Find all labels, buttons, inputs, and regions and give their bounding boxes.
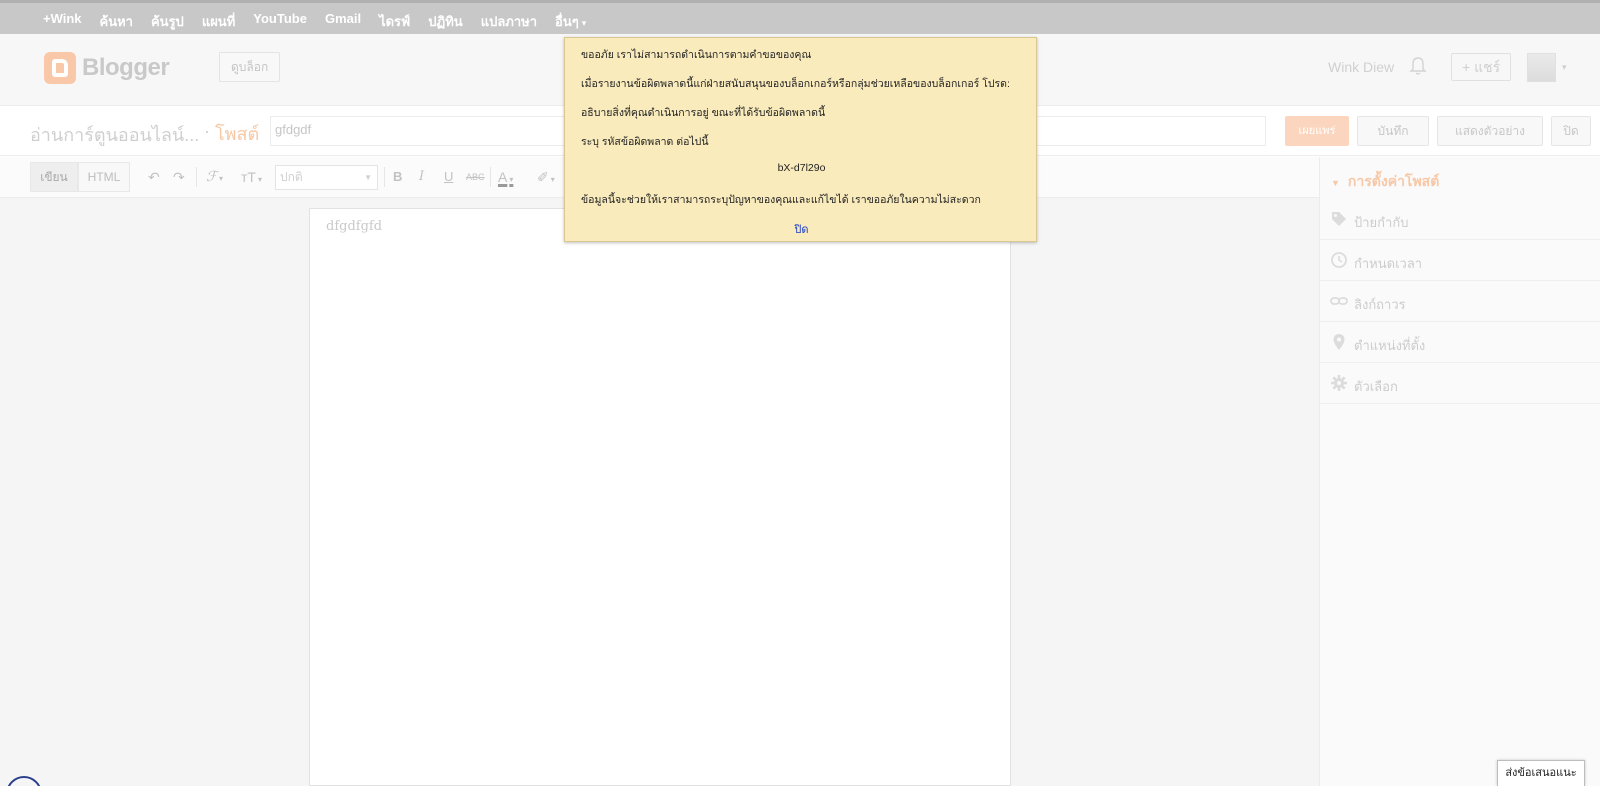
gbar-more-label: อื่นๆ: [555, 14, 579, 29]
save-button[interactable]: บันทึก: [1357, 116, 1429, 146]
post-settings-heading[interactable]: ▼ การตั้งค่าโพสต์: [1331, 171, 1439, 193]
sidebar-item-label: กำหนดเวลา: [1354, 256, 1423, 271]
error-message-apology: ข้อมูลนี้จะช่วยให้เราสามารถระบุปัญหาของค…: [581, 194, 981, 206]
redo-icon[interactable]: ↷: [173, 168, 185, 186]
toolbar-divider: [384, 167, 385, 187]
avatar[interactable]: [1527, 53, 1556, 82]
preview-button[interactable]: แสดงตัวอย่าง: [1437, 116, 1543, 146]
error-message-title: ขออภัย เราไม่สามารถดำเนินการตามคำขอของคุ…: [581, 49, 812, 61]
close-editor-button[interactable]: ปิด: [1551, 116, 1591, 146]
link-icon: [1330, 297, 1348, 305]
clock-icon: [1331, 252, 1347, 268]
format-select[interactable]: ปกติ ▼: [275, 165, 378, 190]
sidebar-item-schedule[interactable]: กำหนดเวลา: [1320, 240, 1600, 281]
underline-icon[interactable]: U: [444, 168, 453, 186]
italic-icon[interactable]: I: [419, 168, 424, 186]
font-family-icon[interactable]: ℱ ▾: [206, 168, 223, 188]
error-message-describe: อธิบายสิ่งที่คุณดำเนินการอยู่ ขณะที่ได้ร…: [581, 107, 826, 119]
tag-icon: [1332, 212, 1346, 226]
account-username[interactable]: Wink Diew: [1328, 59, 1394, 75]
send-feedback-button[interactable]: ส่งข้อเสนอแนะ: [1497, 760, 1585, 786]
gbar-link-translate[interactable]: แปลภาษา: [472, 11, 546, 32]
sidebar-item-options[interactable]: ตัวเลือก: [1320, 363, 1600, 404]
gbar-link-drive[interactable]: ไดรฟ์: [370, 11, 419, 32]
chevron-down-icon: ▼: [364, 173, 372, 182]
share-button[interactable]: + แชร์: [1451, 53, 1512, 81]
sidebar-item-label: ตำแหน่งที่ตั้ง: [1354, 338, 1426, 353]
view-blog-button[interactable]: ดูบล็อก: [219, 52, 281, 82]
error-code: bX-d7l29o: [777, 162, 826, 174]
blogger-logo-text[interactable]: Blogger: [82, 54, 170, 82]
gbar-link-youtube[interactable]: YouTube: [244, 11, 316, 32]
html-mode-tab[interactable]: HTML: [78, 162, 130, 192]
strikethrough-icon[interactable]: ABC: [466, 168, 485, 186]
chevron-down-icon[interactable]: ▾: [1562, 62, 1567, 73]
post-settings-sidebar: ▼ การตั้งค่าโพสต์ ป้ายกำกับ กำหนดเวลา ลิง…: [1319, 157, 1600, 786]
blogger-logo-icon[interactable]: [44, 52, 76, 84]
error-dialog: ขออภัย เราไม่สามารถดำเนินการตามคำขอของคุ…: [564, 37, 1037, 242]
sidebar-item-labels[interactable]: ป้ายกำกับ: [1320, 199, 1600, 240]
blog-name: อ่านการ์ตูนออนไลน์...: [30, 125, 200, 145]
triangle-down-icon: ▼: [1331, 178, 1340, 188]
gbar-link-images[interactable]: ค้นรูป: [142, 11, 193, 32]
gbar-link-search[interactable]: ค้นหา: [91, 11, 142, 32]
sidebar-item-location[interactable]: ตำแหน่งที่ตั้ง: [1320, 322, 1600, 363]
post-body-editor[interactable]: dfgdfgfd: [309, 208, 1011, 786]
location-pin-icon: [1333, 334, 1345, 350]
sidebar-item-label: ลิงก์ถาวร: [1354, 297, 1406, 312]
font-size-icon[interactable]: тT ▾: [241, 168, 262, 189]
blogger-post-editor: +Wink ค้นหา ค้นรูป แผนที่ YouTube Gmail …: [0, 0, 1600, 786]
error-message-code-prompt: ระบุ รหัสข้อผิดพลาด ต่อไปนี้: [581, 136, 709, 148]
bold-icon[interactable]: B: [393, 168, 402, 186]
caret-down-icon: ▾: [581, 18, 587, 28]
google-bar: +Wink ค้นหา ค้นรูป แผนที่ YouTube Gmail …: [0, 0, 1600, 34]
undo-icon[interactable]: ↶: [148, 168, 160, 186]
toolbar-divider: [490, 167, 491, 187]
dialog-close-link[interactable]: ปิด: [565, 220, 1038, 238]
text-color-icon[interactable]: A ▾: [498, 168, 513, 189]
highlight-icon[interactable]: ✐ ▾: [537, 168, 555, 189]
gbar-link-gmail[interactable]: Gmail: [316, 11, 370, 32]
notification-bell-icon[interactable]: [1409, 56, 1427, 76]
post-label: โพสต์: [215, 124, 260, 144]
sidebar-item-label: ตัวเลือก: [1354, 379, 1398, 394]
post-settings-label: การตั้งค่าโพสต์: [1347, 173, 1440, 189]
publish-button[interactable]: เผยแพร่: [1285, 116, 1349, 146]
sidebar-item-permalink[interactable]: ลิงก์ถาวร: [1320, 281, 1600, 322]
toolbar-divider: [196, 167, 197, 187]
gbar-link-maps[interactable]: แผนที่: [193, 11, 244, 32]
gbar-link-calendar[interactable]: ปฏิทิน: [419, 11, 471, 32]
gbar-link-plus[interactable]: +Wink: [34, 11, 91, 32]
compose-mode-tab[interactable]: เขียน: [30, 162, 78, 192]
gbar-more-menu[interactable]: อื่นๆ ▾: [546, 11, 595, 32]
format-select-value: ปกติ: [280, 170, 303, 184]
post-body-text[interactable]: dfgdfgfd: [326, 219, 382, 234]
gear-icon: [1331, 375, 1347, 391]
google-bar-links: +Wink ค้นหา ค้นรูป แผนที่ YouTube Gmail …: [34, 11, 595, 32]
title-separator: ·: [204, 121, 210, 141]
error-message-report: เมื่อรายงานข้อผิดพลาดนี้แก่ฝ่ายสนับสนุนข…: [581, 78, 1010, 90]
sidebar-item-label: ป้ายกำกับ: [1354, 215, 1409, 230]
